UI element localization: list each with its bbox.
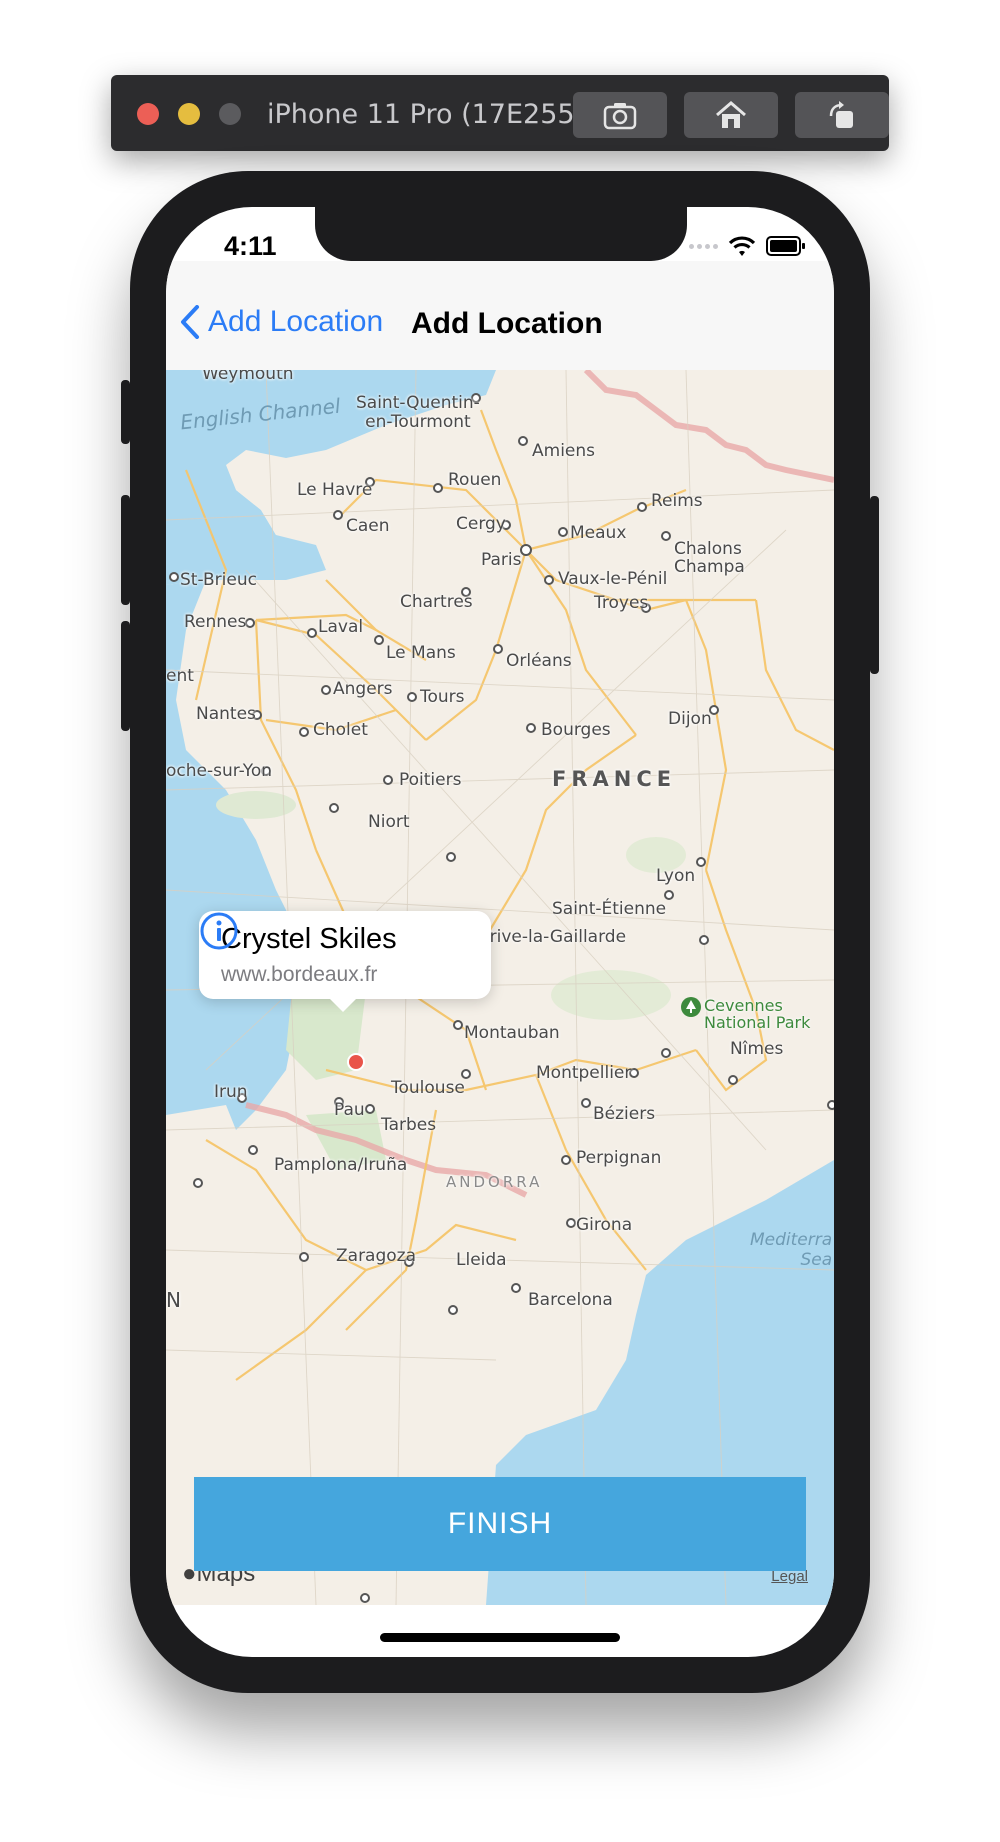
finish-button[interactable]: FINISH (194, 1477, 806, 1571)
map-label-andorra: ANDORRA (446, 1173, 543, 1191)
map-label-saint-etienne: Saint-Étienne (552, 899, 667, 919)
map-label-tarbes: Tarbes (381, 1115, 437, 1135)
map-label-troyes: Troyes (594, 593, 649, 613)
map-label-france: FRANCE (552, 767, 677, 791)
map-label-pamplona: Pamplona/Iruña (274, 1155, 408, 1175)
map-label-roche-sur-yon: oche-sur-Yon (166, 761, 273, 781)
page-title: Add Location (411, 307, 603, 340)
wifi-icon (728, 236, 756, 256)
map-label-poitiers: Poitiers (399, 770, 462, 790)
status-time: 4:11 (224, 231, 277, 261)
location-callout[interactable]: Crystel Skiles www.bordeaux.fr (199, 911, 491, 1012)
info-icon[interactable] (199, 911, 239, 951)
map-label-bourges: Bourges (541, 720, 611, 740)
camera-icon (603, 103, 637, 130)
map-label-reims: Reims (651, 491, 703, 511)
volume-up-button (121, 495, 130, 605)
map-label-nantes: Nantes (196, 704, 256, 724)
simulator-title: iPhone 11 Pro (17E255) (267, 99, 586, 130)
map-label-nimes: Nîmes (730, 1039, 784, 1059)
map-label-irun: Irun (214, 1082, 248, 1102)
map-label-laval: Laval (318, 617, 364, 637)
map-label-cevennes: Cevennes National Park (704, 996, 811, 1032)
rotate-button[interactable] (795, 92, 889, 138)
map-label-saint-quentin: Saint-Quentin- en-Tourmont (356, 393, 480, 432)
map-label-niort: Niort (368, 812, 410, 832)
phone-screen: 4:11 Add Location Add Location Weymouth … (166, 207, 834, 1657)
map-label-brive: Brive-la-Gaillarde (478, 927, 627, 947)
map-label-paris: Paris (481, 550, 522, 570)
map-label-chartres: Chartres (400, 592, 473, 612)
map-label-pau: Pau (334, 1100, 365, 1120)
home-button[interactable] (684, 92, 778, 138)
map-label-montpellier: Montpellier (536, 1063, 632, 1083)
map-label-lyon: Lyon (656, 866, 696, 886)
iphone-frame: 4:11 Add Location Add Location Weymouth … (121, 171, 879, 1693)
map-label-mediterranean: Mediterra Sea (750, 1230, 833, 1270)
map-label-dijon: Dijon (668, 709, 712, 729)
map-label-toulouse: Toulouse (391, 1078, 465, 1098)
map-label-le-havre: Le Havre (297, 480, 373, 500)
signal-icon (689, 243, 718, 249)
close-window-button[interactable] (137, 103, 159, 125)
status-indicators (689, 235, 806, 257)
rotate-icon (829, 101, 853, 128)
map-label-st-brieuc: St-Brieuc (180, 570, 257, 590)
map-label-meaux: Meaux (570, 523, 627, 543)
map-label-caen: Caen (346, 516, 390, 536)
map-label-barcelona: Barcelona (528, 1290, 613, 1310)
map-label-cholet: Cholet (313, 720, 368, 740)
map-label-cergy: Cergy (456, 514, 506, 534)
home-indicator[interactable] (380, 1633, 620, 1642)
map-label-n: N (166, 1288, 181, 1312)
map-label-chalons: Chalons Champa (674, 539, 745, 577)
minimize-window-button[interactable] (178, 103, 200, 125)
map-label-rouen: Rouen (448, 470, 502, 490)
map-label-beziers: Béziers (593, 1104, 656, 1124)
back-button-label: Add Location (208, 305, 384, 338)
simulator-toolbar: iPhone 11 Pro (17E255) (111, 75, 889, 151)
callout-title: Crystel Skiles (221, 923, 397, 955)
map-label-le-mans: Le Mans (386, 643, 456, 663)
map-label-amiens: Amiens (532, 441, 596, 461)
map-view[interactable]: Weymouth English Channel Saint-Quentin- … (166, 370, 834, 1605)
battery-icon (766, 236, 805, 256)
map-label-lleida: Lleida (456, 1250, 507, 1270)
chevron-left-icon (181, 305, 199, 339)
notch (315, 207, 687, 261)
zoom-window-button[interactable] (219, 103, 241, 125)
park-icon (681, 997, 701, 1017)
location-pin[interactable] (347, 1053, 365, 1071)
map-label-zaragoza: Zaragoza (336, 1246, 417, 1266)
map-label-vaux: Vaux-le-Pénil (558, 569, 668, 589)
callout-tail (329, 998, 357, 1012)
callout-subtitle: www.bordeaux.fr (221, 963, 378, 986)
map-label-tours: Tours (420, 687, 465, 707)
map-label-girona: Girona (576, 1215, 633, 1235)
map-label-ent: ent (166, 666, 194, 686)
back-button[interactable]: Add Location (180, 305, 383, 339)
navigation-bar: Add Location Add Location (166, 261, 834, 371)
map-label-weymouth: Weymouth (202, 370, 294, 384)
map-label-rennes: Rennes (184, 612, 247, 632)
map-label-montauban: Montauban (464, 1023, 560, 1043)
map-label-angers: Angers (333, 679, 393, 699)
screenshot-button[interactable] (573, 92, 667, 138)
map-label-orleans: Orléans (506, 651, 572, 671)
home-icon (716, 101, 746, 128)
map-label-perpignan: Perpignan (576, 1148, 662, 1168)
mute-switch (121, 380, 130, 444)
volume-down-button (121, 621, 130, 731)
power-button (870, 496, 879, 674)
